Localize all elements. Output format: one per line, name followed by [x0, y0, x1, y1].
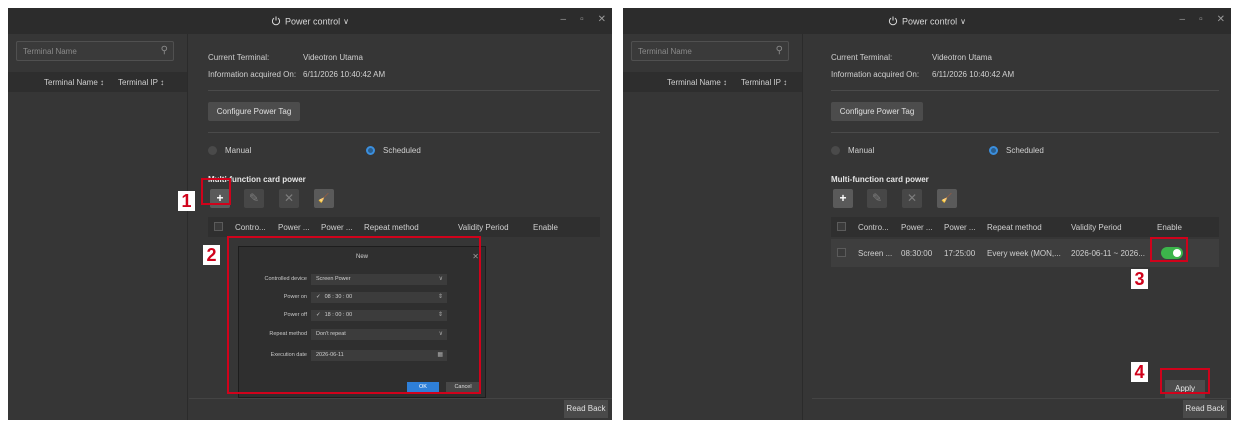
col-repeat: Repeat method — [987, 223, 1042, 232]
row-checkbox[interactable] — [837, 248, 846, 257]
col-power-on: Power ... — [278, 223, 310, 232]
acquired-row: Information acquired On: 6/11/2026 10:40… — [208, 70, 386, 79]
search-icon[interactable]: ⚲ — [776, 45, 783, 56]
delete-button[interactable]: ✕ — [279, 189, 299, 208]
step-number-1: 1 — [178, 191, 195, 211]
configure-power-tag-button[interactable]: Configure Power Tag — [831, 102, 923, 121]
title-bar: Power control ∨ – ▫ ✕ — [8, 8, 612, 34]
window-title[interactable]: Power control ∨ — [623, 16, 1231, 28]
search-icon[interactable]: ⚲ — [161, 45, 168, 56]
manual-radio[interactable]: Manual — [208, 146, 251, 156]
col-terminal-name[interactable]: Terminal Name ↕ — [44, 78, 104, 87]
main-area: Current Terminal: Videotron Utama Inform… — [812, 34, 1231, 420]
read-back-button[interactable]: Read Back — [564, 400, 608, 418]
edit-button[interactable]: ✎ — [867, 189, 887, 208]
radio-on-icon — [366, 146, 375, 156]
col-validity: Validity Period — [1071, 223, 1122, 232]
divider — [831, 90, 1219, 91]
terminal-table-header: Terminal Name ↕ Terminal IP ↕ — [8, 72, 187, 92]
col-terminal-name[interactable]: Terminal Name ↕ — [667, 78, 727, 87]
radio-on-icon — [989, 146, 998, 156]
col-controlled: Contro... — [858, 223, 889, 232]
col-validity: Validity Period — [458, 223, 509, 232]
minimize-icon[interactable]: – — [561, 14, 567, 25]
terminal-search-input[interactable]: Terminal Name ⚲ — [16, 41, 174, 61]
maximize-icon[interactable]: ▫ — [1199, 14, 1203, 25]
edit-button[interactable]: ✎ — [244, 189, 264, 208]
highlight-enable-toggle — [1150, 237, 1188, 262]
clear-button[interactable]: 🧹 — [937, 189, 957, 208]
manual-radio[interactable]: Manual — [831, 146, 874, 156]
highlight-apply-button — [1160, 368, 1210, 394]
terminal-sidebar: Terminal Name ⚲ Terminal Name ↕ Terminal… — [623, 34, 803, 420]
read-back-button[interactable]: Read Back — [1183, 400, 1227, 418]
close-icon[interactable]: ✕ — [598, 14, 606, 25]
radio-off-icon — [831, 146, 840, 156]
current-terminal-row: Current Terminal: Videotron Utama — [208, 53, 363, 62]
terminal-table-header: Terminal Name ↕ Terminal IP ↕ — [623, 72, 802, 92]
terminal-search-input[interactable]: Terminal Name ⚲ — [631, 41, 789, 61]
select-all-checkbox[interactable] — [837, 222, 846, 231]
title-bar: Power control ∨ – ▫ ✕ — [623, 8, 1231, 34]
divider — [208, 132, 600, 133]
maximize-icon[interactable]: ▫ — [580, 14, 584, 25]
current-terminal-row: Current Terminal: Videotron Utama — [831, 53, 992, 62]
select-all-checkbox[interactable] — [214, 222, 223, 231]
schedule-table-header: Contro... Power ... Power ... Repeat met… — [208, 217, 600, 237]
section-title: Multi-function card power — [831, 175, 929, 184]
divider — [831, 132, 1219, 133]
bottom-bar: Read Back — [812, 398, 1231, 420]
power-icon — [888, 16, 898, 28]
col-controlled: Contro... — [235, 223, 266, 232]
col-power-off: Power ... — [321, 223, 353, 232]
scheduled-radio[interactable]: Scheduled — [989, 146, 1044, 156]
schedule-table-header: Contro... Power ... Power ... Repeat met… — [831, 217, 1219, 237]
col-terminal-ip[interactable]: Terminal IP ↕ — [741, 78, 787, 87]
chevron-down-icon: ∨ — [343, 17, 349, 27]
highlight-add-button — [201, 178, 231, 205]
terminal-sidebar: Terminal Name ⚲ Terminal Name ↕ Terminal… — [8, 34, 188, 420]
highlight-new-dialog — [227, 236, 481, 394]
delete-button[interactable]: ✕ — [902, 189, 922, 208]
step-number-3: 3 — [1131, 269, 1148, 289]
scheduled-radio[interactable]: Scheduled — [366, 146, 421, 156]
col-enable: Enable — [1157, 223, 1182, 232]
window-title[interactable]: Power control ∨ — [8, 16, 612, 28]
step-number-4: 4 — [1131, 362, 1148, 382]
add-button[interactable]: + — [833, 189, 853, 208]
col-power-on: Power ... — [901, 223, 933, 232]
col-enable: Enable — [533, 223, 558, 232]
col-repeat: Repeat method — [364, 223, 419, 232]
col-power-off: Power ... — [944, 223, 976, 232]
col-terminal-ip[interactable]: Terminal IP ↕ — [118, 78, 164, 87]
minimize-icon[interactable]: – — [1180, 14, 1186, 25]
close-icon[interactable]: ✕ — [1217, 14, 1225, 25]
power-icon — [271, 16, 281, 28]
bottom-bar: Read Back — [189, 398, 612, 420]
divider — [208, 90, 600, 91]
acquired-row: Information acquired On: 6/11/2026 10:40… — [831, 70, 1015, 79]
power-control-window-step2: Power control ∨ – ▫ ✕ Terminal Name ⚲ Ter… — [623, 8, 1231, 420]
configure-power-tag-button[interactable]: Configure Power Tag — [208, 102, 300, 121]
step-number-2: 2 — [203, 245, 220, 265]
clear-button[interactable]: 🧹 — [314, 189, 334, 208]
radio-off-icon — [208, 146, 217, 156]
chevron-down-icon: ∨ — [960, 17, 966, 27]
